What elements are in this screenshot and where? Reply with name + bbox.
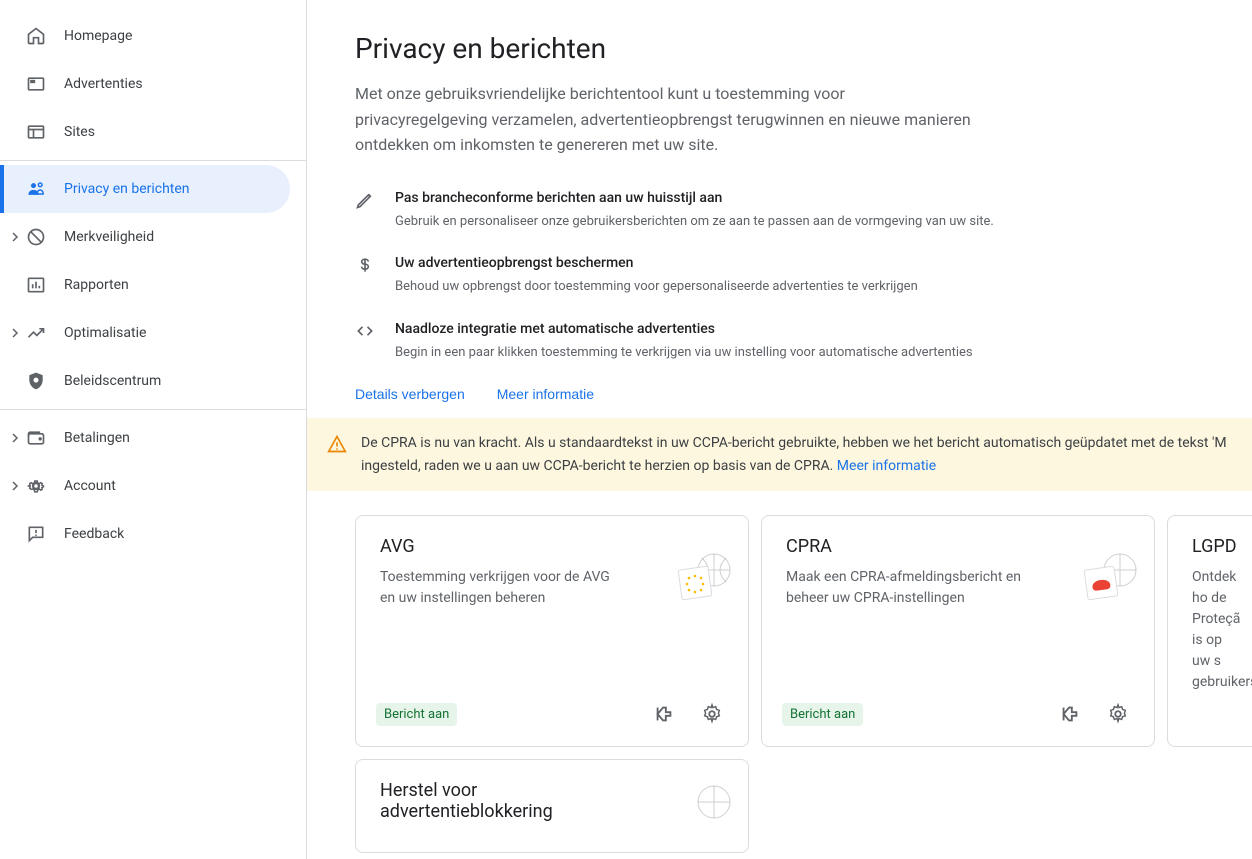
code-icon (355, 321, 395, 363)
card-desc: Maak een CPRA-afmeldingsbericht en behee… (786, 567, 1026, 609)
sidebar-item-label: Account (64, 478, 116, 494)
sidebar-item-label: Beleidscentrum (64, 373, 161, 389)
ads-icon (24, 72, 48, 96)
feature-title: Naadloze integratie met automatische adv… (395, 321, 995, 337)
sidebar-item-payments[interactable]: Betalingen (0, 414, 290, 462)
chevron-right-icon (10, 481, 24, 491)
feature-desc: Gebruik en personaliseer onze gebruikers… (395, 212, 995, 232)
feature-title: Uw advertentieopbrengst beschermen (395, 255, 995, 271)
feature-title: Pas brancheconforme berichten aan uw hui… (395, 190, 995, 206)
alert-text: De CPRA is nu van kracht. Als u standaar… (361, 435, 1227, 473)
feedback-icon (24, 522, 48, 546)
payments-icon (24, 426, 48, 450)
status-badge: Bericht aan (376, 703, 457, 726)
chevron-right-icon (10, 433, 24, 443)
open-button[interactable] (1050, 694, 1090, 734)
card-lgpd[interactable]: LGPD Ontdek ho de Proteçã is op uw s geb… (1167, 515, 1252, 747)
cpra-alert: De CPRA is nu van kracht. Als u standaar… (307, 418, 1252, 491)
sidebar-item-label: Feedback (64, 526, 124, 542)
sidebar-item-brand-safety[interactable]: Merkveiligheid (0, 213, 290, 261)
card-adblock-recovery[interactable]: Herstel voor advertentieblokkering (355, 759, 749, 853)
sidebar-item-policy[interactable]: Beleidscentrum (0, 357, 290, 405)
policy-icon (24, 369, 48, 393)
chevron-right-icon (10, 328, 24, 338)
feature-desc: Begin in een paar klikken toestemming te… (395, 343, 995, 363)
settings-button[interactable] (692, 694, 732, 734)
pencil-icon (355, 190, 395, 232)
feature-desc: Behoud uw opbrengst door toestemming voo… (395, 277, 995, 297)
sidebar-item-homepage[interactable]: Homepage (0, 12, 290, 60)
gear-icon (24, 474, 48, 498)
cards-row: AVG Toestemming verkrijgen voor de AVG e… (307, 491, 1252, 747)
eu-illustration (672, 548, 732, 608)
card-title: LGPD (1192, 536, 1242, 557)
hide-details-button[interactable]: Details verbergen (355, 386, 465, 402)
bear-illustration (1078, 548, 1138, 608)
card-desc: Ontdek ho de Proteçã is op uw s gebruike… (1192, 567, 1242, 693)
sidebar-item-ads[interactable]: Advertenties (0, 60, 290, 108)
settings-button[interactable] (1098, 694, 1138, 734)
sidebar-item-label: Homepage (64, 28, 132, 44)
sidebar-item-account[interactable]: Account (0, 462, 290, 510)
card-title: Herstel voor advertentieblokkering (380, 780, 580, 822)
home-icon (24, 24, 48, 48)
sidebar-item-feedback[interactable]: Feedback (0, 510, 290, 558)
sidebar-item-privacy[interactable]: Privacy en berichten (0, 165, 290, 213)
sidebar-item-label: Betalingen (64, 430, 130, 446)
reports-icon (24, 273, 48, 297)
open-button[interactable] (644, 694, 684, 734)
feature-customize: Pas brancheconforme berichten aan uw hui… (355, 190, 1204, 232)
more-info-button[interactable]: Meer informatie (497, 386, 594, 402)
sidebar-item-label: Privacy en berichten (64, 181, 190, 197)
globe-illustration (672, 780, 732, 840)
feature-revenue: Uw advertentieopbrengst beschermen Behou… (355, 255, 1204, 297)
sidebar: Homepage Advertenties Sites Privacy en b… (0, 0, 307, 859)
dollar-icon (355, 255, 395, 297)
privacy-icon (24, 177, 48, 201)
card-desc: Toestemming verkrijgen voor de AVG en uw… (380, 567, 620, 609)
sidebar-item-label: Advertenties (64, 76, 143, 92)
card-avg[interactable]: AVG Toestemming verkrijgen voor de AVG e… (355, 515, 749, 747)
chevron-right-icon (10, 232, 24, 242)
sidebar-item-label: Optimalisatie (64, 325, 146, 341)
page-title: Privacy en berichten (355, 32, 1204, 65)
sidebar-item-label: Rapporten (64, 277, 129, 293)
alert-more-link[interactable]: Meer informatie (837, 458, 936, 474)
sidebar-item-label: Sites (64, 124, 95, 140)
sidebar-item-sites[interactable]: Sites (0, 108, 290, 156)
sidebar-item-reports[interactable]: Rapporten (0, 261, 290, 309)
sidebar-item-optimization[interactable]: Optimalisatie (0, 309, 290, 357)
sites-icon (24, 120, 48, 144)
warning-icon (327, 432, 347, 461)
feature-integration: Naadloze integratie met automatische adv… (355, 321, 1204, 363)
status-badge: Bericht aan (782, 703, 863, 726)
trending-icon (24, 321, 48, 345)
card-cpra[interactable]: CPRA Maak een CPRA-afmeldingsbericht en … (761, 515, 1155, 747)
sidebar-item-label: Merkveiligheid (64, 229, 154, 245)
page-description: Met onze gebruiksvriendelijke berichtent… (355, 81, 975, 158)
block-icon (24, 225, 48, 249)
main-content: Privacy en berichten Met onze gebruiksvr… (307, 0, 1252, 859)
